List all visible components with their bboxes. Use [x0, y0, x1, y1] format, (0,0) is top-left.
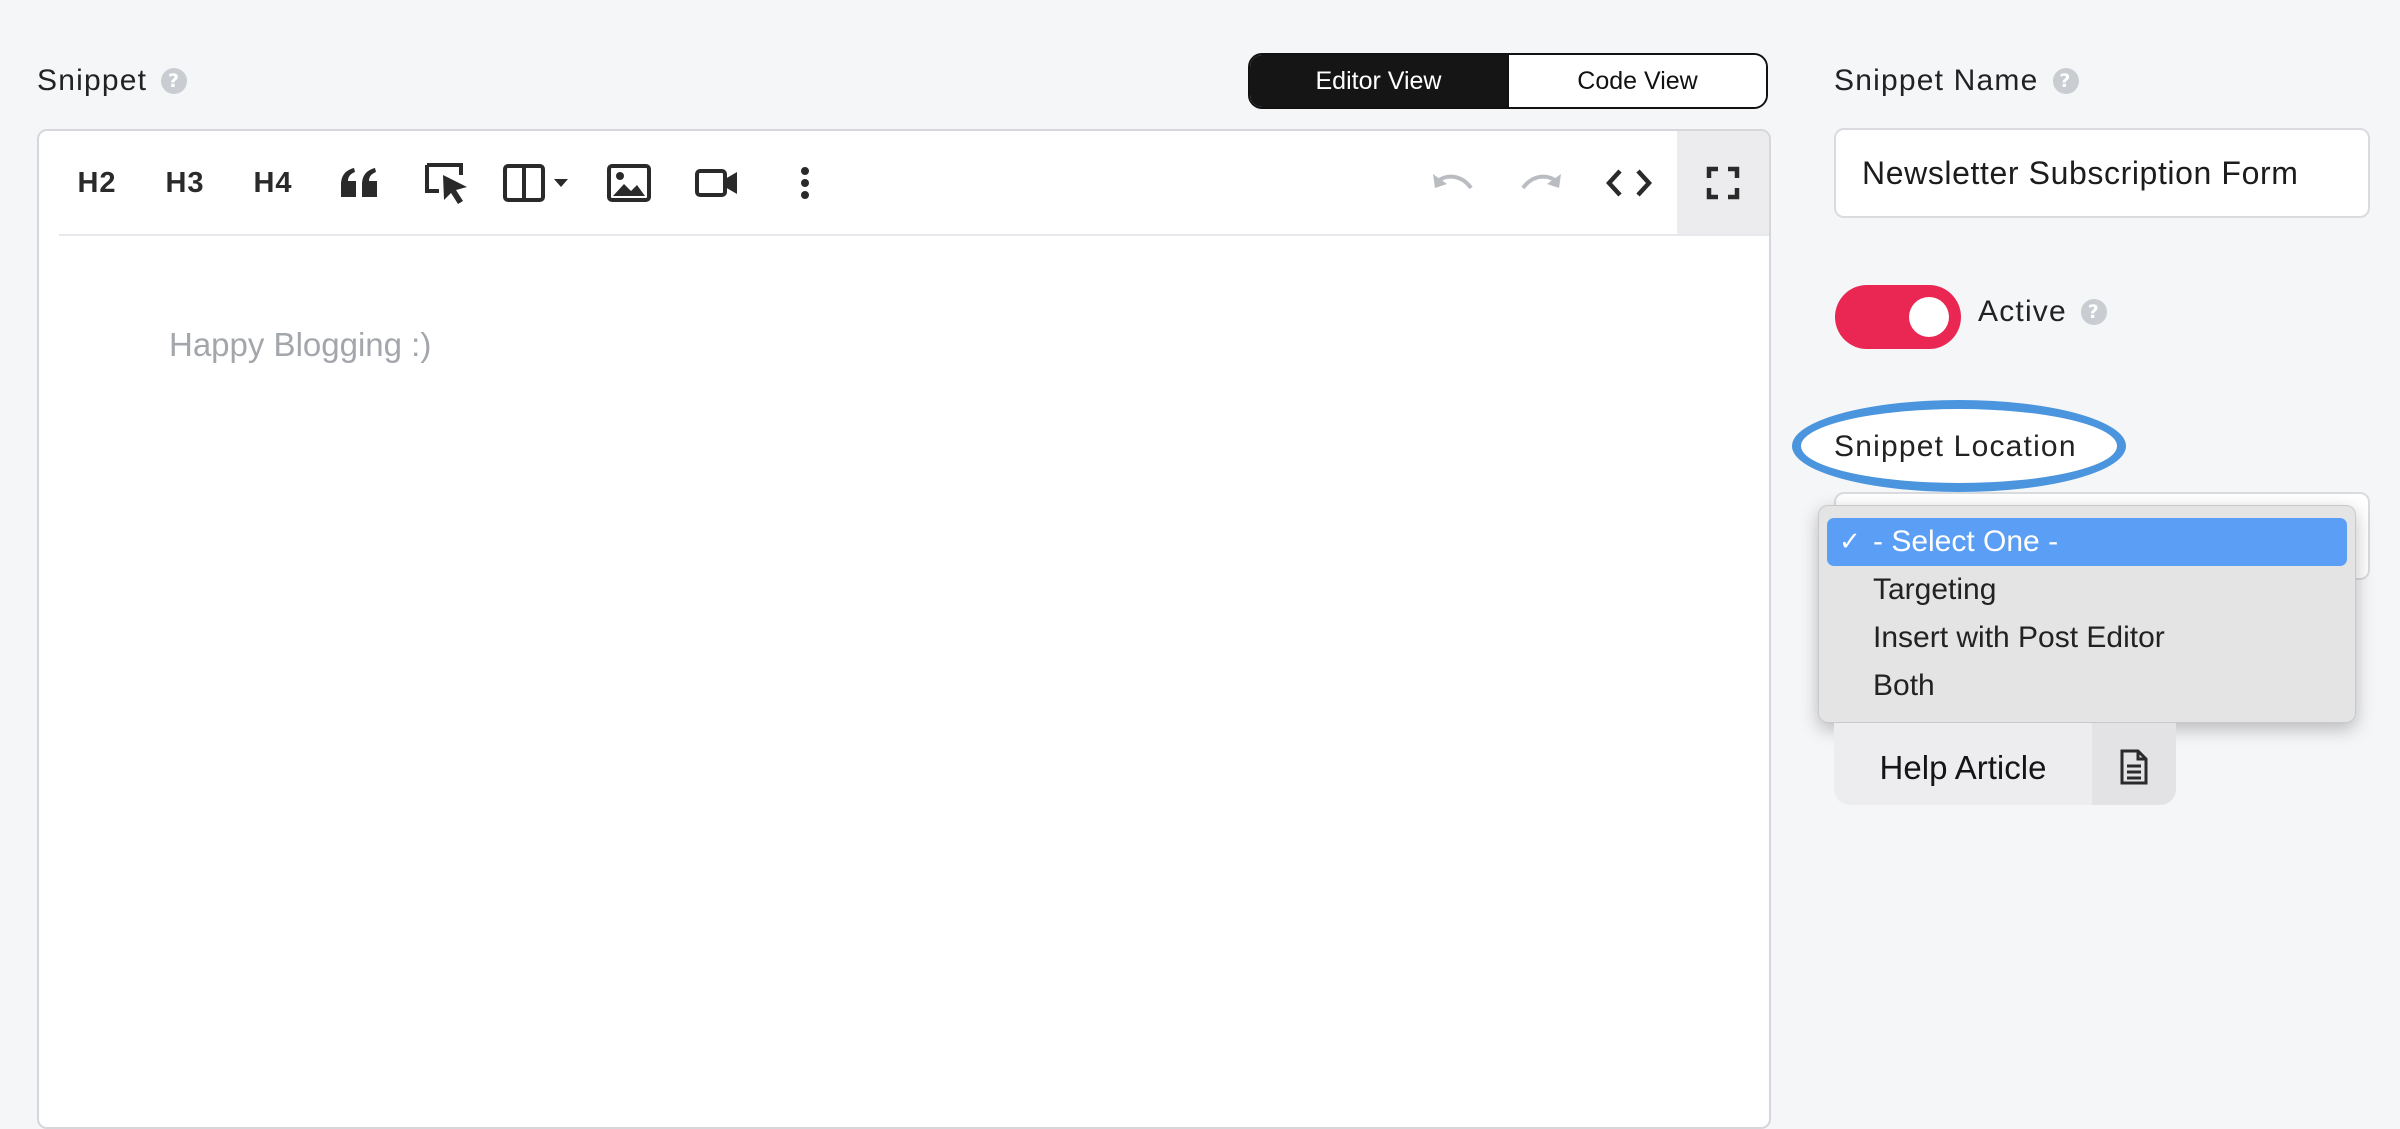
- toggle-knob: [1909, 297, 1949, 337]
- option-targeting[interactable]: Targeting: [1827, 566, 2347, 614]
- snippet-location-dropdown: ✓ - Select One - Targeting Insert with P…: [1818, 505, 2356, 723]
- checkmark-icon: ✓: [1839, 527, 1861, 557]
- snippet-location-label-text: Snippet Location: [1834, 430, 2077, 463]
- rich-text-editor: H2 H3 H4 Happy Blogging:): [37, 129, 1771, 1129]
- snippet-label: Snippet: [37, 64, 148, 97]
- code-icon[interactable]: [1599, 159, 1659, 207]
- select-pointer-icon[interactable]: [417, 159, 477, 207]
- active-label-group: Active ?: [1978, 295, 2107, 329]
- active-toggle[interactable]: [1835, 285, 1961, 349]
- editor-view-button[interactable]: Editor View: [1250, 55, 1507, 107]
- quote-icon[interactable]: [331, 159, 389, 207]
- image-icon[interactable]: [599, 159, 659, 207]
- help-article-button[interactable]: Help Article: [1834, 723, 2176, 805]
- fullscreen-icon[interactable]: [1677, 131, 1769, 234]
- video-icon[interactable]: [687, 159, 747, 207]
- snippet-name-label: Snippet Name: [1834, 64, 2039, 97]
- help-icon[interactable]: ?: [161, 68, 188, 94]
- help-icon[interactable]: ?: [2052, 68, 2079, 94]
- heading-3-button[interactable]: H3: [157, 159, 213, 207]
- snippet-location-label: Snippet Location: [1834, 430, 2077, 464]
- snippet-label-group: Snippet ?: [37, 64, 188, 98]
- option-both[interactable]: Both: [1827, 662, 2347, 710]
- code-view-button[interactable]: Code View: [1507, 55, 1766, 107]
- redo-icon[interactable]: [1511, 159, 1571, 207]
- editor-toolbar: H2 H3 H4: [39, 131, 1769, 234]
- help-icon[interactable]: ?: [2080, 299, 2107, 325]
- document-icon: [2092, 723, 2176, 805]
- option-select-one[interactable]: ✓ - Select One -: [1827, 518, 2347, 566]
- editor-placeholder[interactable]: Happy Blogging :): [169, 326, 431, 364]
- heading-2-button[interactable]: H2: [69, 159, 125, 207]
- option-insert-with-post-editor[interactable]: Insert with Post Editor: [1827, 614, 2347, 662]
- active-label: Active: [1978, 295, 2067, 328]
- snippet-name-input[interactable]: Newsletter Subscription Form: [1834, 128, 2370, 218]
- snippet-name-label-group: Snippet Name ?: [1834, 64, 2079, 98]
- help-article-label: Help Article: [1879, 749, 2047, 786]
- view-toggle: Editor View Code View: [1248, 53, 1768, 109]
- more-vertical-icon[interactable]: [785, 159, 825, 207]
- columns-icon[interactable]: [499, 159, 575, 207]
- undo-icon[interactable]: [1423, 159, 1483, 207]
- toolbar-divider: [59, 234, 1769, 236]
- heading-4-button[interactable]: H4: [245, 159, 301, 207]
